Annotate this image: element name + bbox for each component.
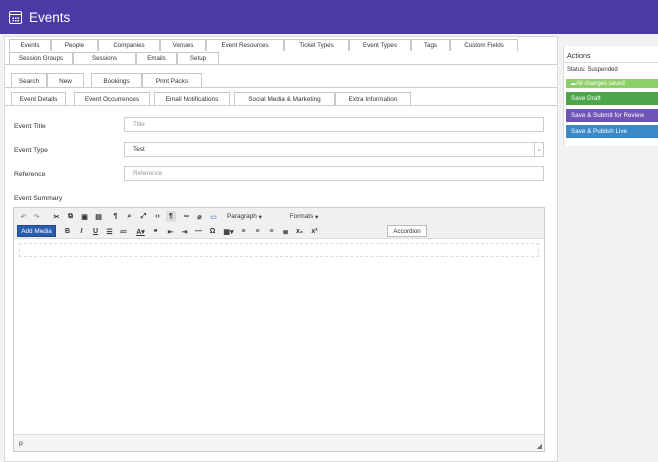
reference-input[interactable]: Reference (124, 166, 544, 181)
tab-extra-information[interactable]: Extra Information (335, 92, 411, 106)
saved-status-badge: ☁ All changes saved (566, 79, 658, 88)
nav-tab-custom-fields[interactable]: Custom Fields (450, 39, 518, 51)
tab-bookings[interactable]: Bookings (91, 73, 142, 88)
link-icon[interactable]: ∞ (182, 211, 191, 222)
app-title: Events (29, 9, 71, 25)
blockquote-icon[interactable]: ❝ (151, 226, 160, 237)
add-media-button[interactable]: Add Media (17, 225, 56, 237)
image-icon[interactable]: ▭ (209, 211, 218, 222)
chevron-down-icon: ⌄ (534, 143, 543, 156)
nav-tab-setup[interactable]: Setup (177, 52, 219, 64)
nav-tab-tags[interactable]: Tags (411, 39, 450, 51)
save-draft-button[interactable]: Save Draft (566, 92, 658, 105)
rich-text-editor: ↶ ↷ ✂ ⧉ ▣ ▤ ¶ ⌕ ⤢ ‹› ¶ ∞ ⌀ ▭ Paragraph ▾… (13, 207, 545, 452)
nav-tab-venues[interactable]: Venues (160, 39, 206, 51)
tab-new[interactable]: New (47, 73, 84, 88)
indent-icon[interactable]: ⇥ (180, 226, 189, 237)
main-panel: Events People Companies Venues Event Res… (4, 36, 558, 462)
nav-tab-people[interactable]: People (51, 39, 98, 51)
subscript-icon[interactable]: x₂ (295, 226, 304, 237)
event-title-placeholder: Title (133, 121, 145, 128)
tab-event-details[interactable]: Event Details (11, 92, 66, 106)
accordion-button[interactable]: Accordion (387, 225, 427, 237)
horizontal-rule-icon[interactable]: — (194, 226, 203, 237)
tab-print-packs[interactable]: Print Packs (142, 73, 202, 88)
italic-icon[interactable]: I (77, 226, 86, 237)
formats-dropdown[interactable]: Formats ▾ (282, 211, 326, 222)
undo-icon[interactable]: ↶ (19, 211, 28, 222)
divider (5, 87, 557, 88)
find-icon[interactable]: ⌕ (125, 211, 134, 222)
tab-event-occurrences[interactable]: Event Occurrences (74, 92, 150, 106)
event-title-label: Event Title (14, 123, 46, 130)
event-title-input[interactable]: Title (124, 117, 544, 132)
reference-placeholder: Reference (133, 170, 163, 177)
nav-tab-events[interactable]: Events (9, 39, 51, 51)
nav-tab-ticket-types[interactable]: Ticket Types (284, 39, 349, 51)
copy-icon[interactable]: ⧉ (66, 211, 75, 222)
fullscreen-icon[interactable]: ⤢ (139, 211, 148, 222)
app-header: Events (0, 0, 658, 34)
editor-content[interactable] (19, 243, 539, 257)
bullet-list-icon[interactable]: ☰ (105, 226, 114, 237)
divider (564, 62, 658, 63)
formats-dropdown-label: Formats (289, 213, 314, 220)
show-blocks-icon[interactable]: ¶ (166, 211, 176, 222)
numbered-list-icon[interactable]: ≔ (119, 226, 128, 237)
bold-icon[interactable]: B (63, 226, 72, 237)
table-icon[interactable]: ▦▾ (221, 226, 236, 237)
align-right-icon[interactable]: ≡ (267, 226, 276, 237)
underline-icon[interactable]: U (91, 226, 100, 237)
event-type-value: Test (133, 146, 145, 153)
code-icon[interactable]: ‹› (153, 211, 162, 222)
paragraph-dropdown-label: Paragraph (227, 213, 257, 220)
actions-title: Actions (567, 51, 591, 60)
event-type-select[interactable]: Test ⌄ (124, 142, 544, 157)
divider (5, 105, 557, 106)
submit-review-button[interactable]: Save & Submit for Review (566, 109, 658, 122)
publish-live-button[interactable]: Save & Publish Live (566, 125, 658, 138)
editor-toolbar: ↶ ↷ ✂ ⧉ ▣ ▤ ¶ ⌕ ⤢ ‹› ¶ ∞ ⌀ ▭ Paragraph ▾… (14, 208, 544, 239)
align-left-icon[interactable]: ≡ (239, 226, 248, 237)
calendar-icon (9, 10, 22, 24)
superscript-icon[interactable]: x² (310, 226, 319, 237)
resize-handle-icon[interactable] (537, 444, 542, 449)
element-path[interactable]: p (19, 440, 23, 447)
unlink-icon[interactable]: ⌀ (195, 211, 204, 222)
redo-icon[interactable]: ↷ (32, 211, 41, 222)
align-center-icon[interactable]: ≡ (253, 226, 262, 237)
paragraph-dropdown[interactable]: Paragraph ▾ (224, 211, 274, 222)
tab-social-media-marketing[interactable]: Social Media & Marketing (234, 92, 335, 106)
clear-format-icon[interactable]: ¶ (111, 211, 120, 222)
tab-search[interactable]: Search (11, 73, 47, 88)
align-justify-icon[interactable]: ≣ (281, 226, 290, 237)
actions-panel: Actions Status: Suspended ☁ All changes s… (563, 46, 658, 146)
reference-label: Reference (14, 171, 46, 178)
text-color-icon[interactable]: A▾ (133, 226, 148, 237)
saved-status-text: All changes saved (576, 80, 625, 87)
nav-tab-sessions[interactable]: Sessions (73, 52, 136, 64)
nav-tab-event-resources[interactable]: Event Resources (206, 39, 284, 51)
status-text: Status: Suspended (567, 67, 618, 73)
nav-tab-session-groups[interactable]: Session Groups (9, 52, 73, 64)
paste-icon[interactable]: ▣ (80, 211, 89, 222)
tab-email-notifications[interactable]: Email Notifications (154, 92, 230, 106)
event-summary-label: Event Summary (14, 195, 63, 202)
nav-tab-companies[interactable]: Companies (98, 39, 160, 51)
editor-status-bar: p (14, 434, 544, 451)
event-type-label: Event Type (14, 147, 48, 154)
cut-icon[interactable]: ✂ (52, 211, 61, 222)
nav-tab-emails[interactable]: Emails (136, 52, 177, 64)
primary-nav: Events People Companies Venues Event Res… (5, 37, 557, 65)
paste-text-icon[interactable]: ▤ (94, 211, 103, 222)
nav-tab-event-types[interactable]: Event Types (349, 39, 411, 51)
special-char-icon[interactable]: Ω (208, 226, 217, 237)
outdent-icon[interactable]: ⇤ (166, 226, 175, 237)
